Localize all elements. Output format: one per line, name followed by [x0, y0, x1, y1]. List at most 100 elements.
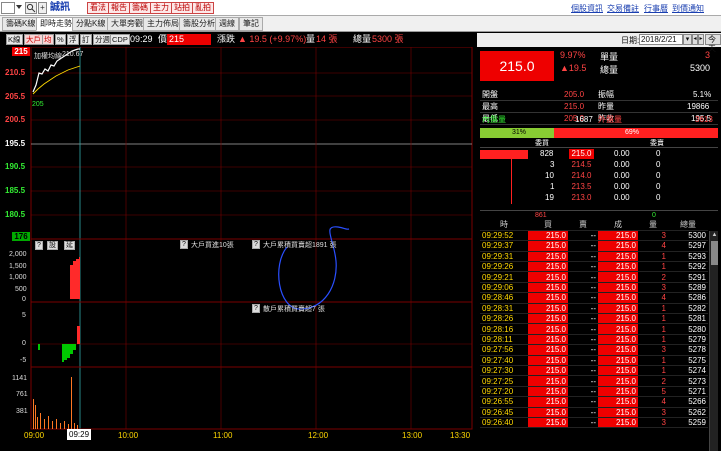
trade-scrollbar[interactable]: ▲ [709, 231, 718, 451]
settings-button[interactable]: 設 [47, 241, 58, 250]
trade-time: 09:29:52 [480, 230, 528, 242]
red-button-view[interactable]: 看法 [87, 2, 109, 14]
trade-time: 09:29:31 [480, 251, 528, 263]
red-button-chips[interactable]: 籌碼 [129, 2, 151, 14]
trade-bid: 215.0 [528, 344, 568, 356]
red-button-random[interactable]: 亂拍 [192, 2, 214, 14]
red-button-report[interactable]: 報告 [108, 2, 130, 14]
tab-notes[interactable]: 筆記 [239, 17, 263, 31]
scroll-up-icon[interactable]: ▲ [711, 232, 718, 239]
extend-button[interactable]: 延 [64, 241, 75, 250]
bid-qty: 3 [550, 160, 555, 169]
trade-total: 5280 [668, 323, 708, 335]
table-row[interactable]: 09:29:52 215.0 -- 215.0 3 5300 [480, 230, 708, 242]
trade-ask: -- [568, 240, 598, 252]
link-calendar[interactable]: 行事曆 [644, 3, 668, 14]
average-button[interactable]: 均 [42, 34, 54, 45]
time-axis-label: 13:00 [402, 431, 423, 440]
table-row[interactable]: 09:26:55 215.0 -- 215.0 4 5266 [480, 396, 708, 408]
intraday-chart[interactable]: 215 210.5 205.5 200.5 195.5 190.5 185.5 … [0, 47, 476, 451]
book-row: 1 213.5 0.00 0 [480, 182, 718, 192]
table-row[interactable]: 09:27:20 215.0 -- 215.0 5 5271 [480, 386, 708, 398]
book-row: 828 215.0 0.00 0 [480, 149, 718, 159]
trade-ask: -- [568, 386, 598, 398]
tab-main-layout[interactable]: 主力佈局 [143, 17, 183, 31]
trade-bid: 215.0 [528, 323, 568, 335]
table-row[interactable]: 09:27:40 215.0 -- 215.0 1 5275 [480, 355, 708, 366]
change-label: 漲跌 [217, 34, 236, 44]
table-row[interactable]: 09:27:25 215.0 -- 215.0 2 5273 [480, 375, 708, 387]
chart-toolbar: K線 大戶 均 % 浮 訂 分週 CDP 09:29 價 215 漲跌 ▲ 19… [0, 33, 476, 47]
single-vol-label: 單量 [600, 52, 619, 62]
price-axis-label: 190.5 [5, 162, 26, 171]
trade-ask: -- [568, 251, 598, 263]
trade-qty: 3 [638, 407, 668, 418]
price-axis-label: 185.5 [5, 186, 26, 195]
trade-price: 215.0 [598, 261, 638, 273]
single-vol-value: 3 [705, 50, 711, 60]
trade-price: 215.0 [598, 407, 638, 418]
help-icon[interactable]: ? [180, 240, 188, 249]
big-holder-button[interactable]: 大戶 [24, 34, 43, 45]
table-row[interactable]: 09:29:31 215.0 -- 215.0 1 5293 [480, 251, 708, 263]
table-row[interactable]: 09:26:40 215.0 -- 215.0 3 5259 [480, 417, 708, 429]
trade-price: 215.0 [598, 251, 638, 263]
link-price-alert[interactable]: 到價通知 [672, 3, 704, 14]
tab-chip-analysis[interactable]: 籌股分析 [179, 17, 219, 31]
table-row[interactable]: 09:28:11 215.0 -- 215.0 1 5279 [480, 334, 708, 346]
percent-button[interactable]: % [55, 34, 66, 45]
bid-price: 213.0 [571, 193, 592, 202]
table-row[interactable]: 09:28:16 215.0 -- 215.0 1 5280 [480, 323, 708, 335]
trade-qty: 3 [638, 417, 668, 429]
table-row[interactable]: 09:29:21 215.0 -- 215.0 2 5291 [480, 271, 708, 283]
table-row[interactable]: 09:29:37 215.0 -- 215.0 4 5297 [480, 240, 708, 252]
trade-bid: 215.0 [528, 313, 568, 325]
date-dropdown-icon[interactable]: ▾ [683, 34, 692, 45]
red-button-main[interactable]: 主力 [150, 2, 172, 14]
stock-selector[interactable] [1, 2, 15, 14]
trade-ask: -- [568, 313, 598, 325]
float-button[interactable]: 浮 [67, 34, 79, 45]
help-icon[interactable]: ? [252, 304, 260, 313]
chevron-down-icon[interactable] [16, 5, 22, 9]
date-input[interactable]: 2018/2/21 [639, 34, 683, 45]
table-row[interactable]: 09:29:06 215.0 -- 215.0 3 5289 [480, 282, 708, 294]
add-symbol-button[interactable]: + [38, 2, 47, 14]
tab-big-order[interactable]: 大單旁觀 [107, 17, 147, 31]
kline-button[interactable]: K線 [6, 34, 23, 45]
link-trade-notes[interactable]: 交易備註 [607, 3, 639, 14]
trade-price: 215.0 [598, 303, 638, 315]
annotation-big-cumulative: 大戶累積買賣超1891 張 [263, 242, 337, 249]
price-axis-label: 210.5 [5, 68, 26, 77]
table-row[interactable]: 09:28:46 215.0 -- 215.0 4 5286 [480, 292, 708, 304]
book-row: 10 214.0 0.00 0 [480, 171, 718, 181]
today-button[interactable]: 今天 [705, 34, 721, 53]
trade-time: 09:26:55 [480, 396, 528, 408]
tab-branch-kline[interactable]: 分點K線 [72, 17, 110, 31]
table-row[interactable]: 09:29:26 215.0 -- 215.0 1 5292 [480, 261, 708, 273]
help-icon[interactable]: ? [252, 240, 260, 249]
cdp-button[interactable]: CDP [110, 34, 130, 45]
table-row[interactable]: 09:28:31 215.0 -- 215.0 1 5282 [480, 303, 708, 315]
search-icon[interactable] [25, 2, 37, 14]
table-row[interactable]: 09:27:30 215.0 -- 215.0 1 5274 [480, 365, 708, 377]
red-button-station[interactable]: 站拍 [171, 2, 193, 14]
book-header: 委買 委賣 [480, 139, 718, 148]
volume-label: 量 [306, 34, 316, 44]
order-button[interactable]: 訂 [80, 34, 92, 45]
table-row[interactable]: 09:26:45 215.0 -- 215.0 3 5262 [480, 407, 708, 418]
trade-list[interactable]: 時 買 賣 成 量 總量 09:29:52 215.0 -- 215.0 3 5300 09… [480, 220, 718, 451]
help-icon[interactable]: ? [35, 241, 43, 250]
table-row[interactable]: 09:28:26 215.0 -- 215.0 1 5281 [480, 313, 708, 325]
tab-weekly[interactable]: 週線 [215, 17, 239, 31]
vol-axis-label: 1141 [12, 375, 28, 382]
scroll-thumb[interactable] [711, 241, 718, 265]
tab-chip-kline[interactable]: 籌碼K線 [2, 17, 40, 31]
link-stock-info[interactable]: 個股資訊 [571, 3, 603, 14]
trade-ask: -- [568, 271, 598, 283]
price-axis-label: 195.5 [5, 139, 26, 148]
tab-realtime[interactable]: 即時走勢 [36, 17, 76, 31]
table-row[interactable]: 09:27:56 215.0 -- 215.0 3 5278 [480, 344, 708, 356]
trade-ask: -- [568, 230, 598, 242]
next-date-icon[interactable]: ▸ [698, 34, 704, 45]
